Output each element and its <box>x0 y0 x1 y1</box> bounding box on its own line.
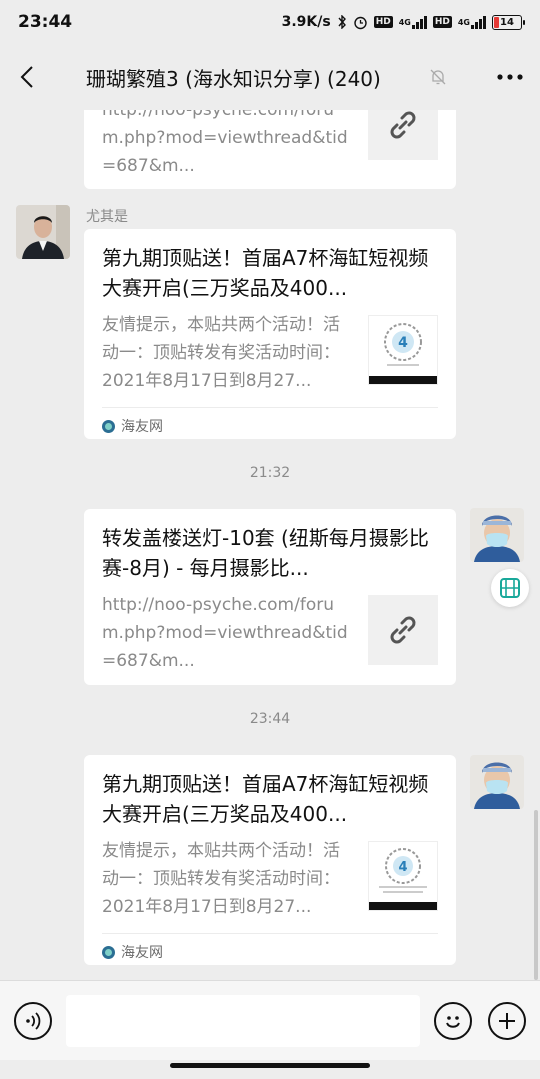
link-card[interactable]: 转发盖楼送灯-10套 (纽斯每月摄影比赛-8月) - 每月摄影比... http… <box>84 509 456 685</box>
status-time: 23:44 <box>18 12 73 32</box>
network-type-1: 4G <box>398 17 411 27</box>
voice-button[interactable] <box>14 1001 52 1040</box>
card-title: 转发盖楼送灯-10套 (纽斯每月摄影比赛-8月) - 每月摄影比... <box>102 526 429 580</box>
article-thumbnail: 4 <box>368 841 438 911</box>
status-bar: 23:44 3.9K/s HD 4G HD 4G 14 <box>0 0 540 44</box>
back-button[interactable] <box>0 44 54 110</box>
card-description: http://noo-psyche.com/forum.php?mod=view… <box>102 110 348 176</box>
my-avatar[interactable] <box>470 508 524 562</box>
svg-text:4: 4 <box>398 335 408 351</box>
alarm-icon <box>353 15 368 30</box>
card-description: http://noo-psyche.com/forum.php?mod=view… <box>102 595 348 671</box>
more-button[interactable] <box>480 44 540 110</box>
more-icon <box>497 74 523 80</box>
card-title: 第九期顶贴送！首届A7杯海缸短视频大赛开启(三万奖品及400... <box>102 246 429 300</box>
network-type-2: 4G <box>457 17 470 27</box>
float-window-icon <box>500 578 520 598</box>
battery-icon: 14 <box>492 14 525 30</box>
source-name: 海友网 <box>121 419 163 435</box>
signal-icon-1: 4G <box>398 15 427 29</box>
link-thumbnail <box>368 110 438 160</box>
plus-button[interactable] <box>488 1001 526 1040</box>
chat-area[interactable]: http://noo-psyche.com/forum.php?mod=view… <box>0 110 540 980</box>
home-indicator[interactable] <box>170 1063 370 1068</box>
status-icons: 3.9K/s HD 4G HD 4G 14 <box>281 14 525 30</box>
link-card[interactable]: http://noo-psyche.com/forum.php?mod=view… <box>84 110 456 189</box>
article-card[interactable]: 第九期顶贴送！首届A7杯海缸短视频大赛开启(三万奖品及400... 友情提示，本… <box>84 755 456 965</box>
card-title: 第九期顶贴送！首届A7杯海缸短视频大赛开启(三万奖品及400... <box>102 772 429 826</box>
mute-bell-icon <box>426 68 450 86</box>
scrollbar-thumb[interactable] <box>534 810 538 980</box>
network-speed: 3.9K/s <box>281 14 331 30</box>
sender-name: 尤其是 <box>86 209 128 225</box>
float-window-button[interactable] <box>491 569 529 607</box>
input-bar <box>0 980 540 1060</box>
timestamp: 23:44 <box>249 711 291 727</box>
card-description: 友情提示，本贴共两个活动！活动一：顶贴转发有奖活动时间：2021年8月17日到8… <box>102 315 340 391</box>
plus-icon <box>499 1012 515 1029</box>
message-input[interactable] <box>66 994 420 1047</box>
card-source: 海友网 <box>102 407 438 446</box>
link-icon <box>390 616 416 644</box>
my-avatar[interactable] <box>470 755 524 809</box>
avatar[interactable] <box>16 205 70 259</box>
hd-badge-2: HD <box>432 16 452 28</box>
bluetooth-icon <box>337 15 347 29</box>
card-description: 友情提示，本贴共两个活动！活动一：顶贴转发有奖活动时间：2021年8月17日到8… <box>102 841 340 917</box>
emoji-icon <box>446 1015 460 1028</box>
source-icon <box>102 419 115 433</box>
source-icon <box>102 945 115 959</box>
voice-icon <box>26 1011 41 1030</box>
chat-title: 珊瑚繁殖3 (海水知识分享) (240) <box>86 66 381 91</box>
chat-header: 珊瑚繁殖3 (海水知识分享) (240) <box>0 44 540 110</box>
timestamp: 21:32 <box>249 465 291 481</box>
source-name: 海友网 <box>121 945 163 961</box>
svg-text:4: 4 <box>398 860 407 875</box>
emoji-button[interactable] <box>434 1001 472 1040</box>
link-thumbnail <box>368 595 438 665</box>
battery-level: 14 <box>500 16 514 28</box>
hd-badge-1: HD <box>373 16 393 28</box>
back-arrow-icon <box>20 66 33 88</box>
article-thumbnail: 4 <box>368 315 438 385</box>
signal-icon-2: 4G <box>457 15 486 29</box>
card-source: 海友网 <box>102 933 438 972</box>
link-icon <box>390 111 416 139</box>
article-card[interactable]: 第九期顶贴送！首届A7杯海缸短视频大赛开启(三万奖品及400... 友情提示，本… <box>84 229 456 439</box>
